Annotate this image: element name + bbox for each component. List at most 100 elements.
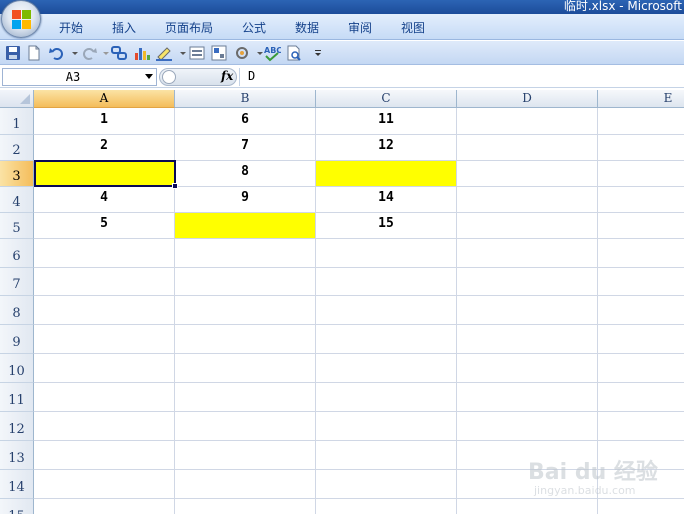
print-preview-icon[interactable]	[285, 44, 303, 62]
formula-input[interactable]: D	[248, 69, 255, 83]
cell-c5[interactable]: 15	[316, 213, 457, 239]
cell-e2[interactable]	[598, 135, 684, 161]
row-header-9[interactable]: 9	[0, 325, 34, 354]
row-header-15[interactable]: 15	[0, 499, 34, 514]
cell-e7[interactable]	[598, 268, 684, 296]
tools-dropdown-icon[interactable]	[251, 44, 263, 62]
cell-b3[interactable]: 8	[175, 161, 316, 187]
column-header-b[interactable]: B	[175, 90, 316, 108]
cell-c15[interactable]	[316, 499, 457, 514]
cell-d6[interactable]	[457, 239, 598, 268]
spell-check-icon[interactable]: ABC	[263, 44, 281, 62]
form-icon[interactable]	[188, 44, 206, 62]
redo-icon[interactable]	[80, 44, 98, 62]
row-header-11[interactable]: 11	[0, 383, 34, 412]
row-header-12[interactable]: 12	[0, 412, 34, 441]
save-icon[interactable]	[4, 44, 22, 62]
cell-b6[interactable]	[175, 239, 316, 268]
row-header-3[interactable]: 3	[0, 161, 34, 187]
cell-a15[interactable]	[34, 499, 175, 514]
properties-icon[interactable]	[210, 44, 228, 62]
row-header-1[interactable]: 1	[0, 108, 34, 135]
cell-b15[interactable]	[175, 499, 316, 514]
cell-c3[interactable]	[316, 161, 457, 187]
cell-d2[interactable]	[457, 135, 598, 161]
cell-d11[interactable]	[457, 383, 598, 412]
cell-a7[interactable]	[34, 268, 175, 296]
tab-data[interactable]: 数据	[295, 19, 319, 36]
cell-a3[interactable]	[34, 161, 175, 187]
cell-e15[interactable]	[598, 499, 684, 514]
cell-d4[interactable]	[457, 187, 598, 213]
worksheet-grid[interactable]: ABCDE 123456789101112131415 161127128491…	[0, 90, 684, 514]
tools-icon[interactable]	[233, 44, 251, 62]
cell-c6[interactable]	[316, 239, 457, 268]
cell-e10[interactable]	[598, 354, 684, 383]
highlight-icon[interactable]	[155, 44, 173, 62]
cell-b10[interactable]	[175, 354, 316, 383]
cell-d7[interactable]	[457, 268, 598, 296]
column-header-c[interactable]: C	[316, 90, 457, 108]
cell-a5[interactable]: 5	[34, 213, 175, 239]
chevron-down-icon[interactable]	[145, 74, 153, 79]
cell-e4[interactable]	[598, 187, 684, 213]
cell-c2[interactable]: 12	[316, 135, 457, 161]
cell-b1[interactable]: 6	[175, 108, 316, 135]
row-header-4[interactable]: 4	[0, 187, 34, 213]
cell-a9[interactable]	[34, 325, 175, 354]
cell-c1[interactable]: 11	[316, 108, 457, 135]
row-header-6[interactable]: 6	[0, 239, 34, 268]
cell-b5[interactable]	[175, 213, 316, 239]
cell-e3[interactable]	[598, 161, 684, 187]
tab-home[interactable]: 开始	[59, 19, 83, 36]
cell-b9[interactable]	[175, 325, 316, 354]
cell-c12[interactable]	[316, 412, 457, 441]
column-header-d[interactable]: D	[457, 90, 598, 108]
cell-b13[interactable]	[175, 441, 316, 470]
cell-a14[interactable]	[34, 470, 175, 499]
column-header-e[interactable]: E	[598, 90, 684, 108]
row-header-8[interactable]: 8	[0, 296, 34, 325]
cell-c11[interactable]	[316, 383, 457, 412]
name-box[interactable]: A3	[2, 68, 157, 86]
cell-a1[interactable]: 1	[34, 108, 175, 135]
cell-e1[interactable]	[598, 108, 684, 135]
chart-icon[interactable]	[133, 44, 151, 62]
cell-d1[interactable]	[457, 108, 598, 135]
cell-a2[interactable]: 2	[34, 135, 175, 161]
tab-page-layout[interactable]: 页面布局	[165, 19, 213, 36]
cell-c14[interactable]	[316, 470, 457, 499]
cell-a13[interactable]	[34, 441, 175, 470]
tab-insert[interactable]: 插入	[112, 19, 136, 36]
cell-d12[interactable]	[457, 412, 598, 441]
cell-a6[interactable]	[34, 239, 175, 268]
cell-a10[interactable]	[34, 354, 175, 383]
cell-e9[interactable]	[598, 325, 684, 354]
cell-c7[interactable]	[316, 268, 457, 296]
select-all-button[interactable]	[0, 90, 34, 108]
row-header-13[interactable]: 13	[0, 441, 34, 470]
cell-b8[interactable]	[175, 296, 316, 325]
cell-b4[interactable]: 9	[175, 187, 316, 213]
cell-d10[interactable]	[457, 354, 598, 383]
cell-d15[interactable]	[457, 499, 598, 514]
row-header-2[interactable]: 2	[0, 135, 34, 161]
cell-c10[interactable]	[316, 354, 457, 383]
cell-d3[interactable]	[457, 161, 598, 187]
redo-dropdown-icon[interactable]	[97, 44, 109, 62]
cell-d9[interactable]	[457, 325, 598, 354]
cell-d14[interactable]	[457, 470, 598, 499]
cell-a12[interactable]	[34, 412, 175, 441]
cell-c13[interactable]	[316, 441, 457, 470]
customize-icon[interactable]	[309, 44, 321, 62]
cell-d5[interactable]	[457, 213, 598, 239]
highlight-dropdown-icon[interactable]	[174, 44, 186, 62]
tab-review[interactable]: 审阅	[348, 19, 372, 36]
cell-e13[interactable]	[598, 441, 684, 470]
tab-view[interactable]: 视图	[401, 19, 425, 36]
cell-b2[interactable]: 7	[175, 135, 316, 161]
cell-b11[interactable]	[175, 383, 316, 412]
row-header-14[interactable]: 14	[0, 470, 34, 499]
cell-b12[interactable]	[175, 412, 316, 441]
undo-dropdown-icon[interactable]	[66, 44, 78, 62]
